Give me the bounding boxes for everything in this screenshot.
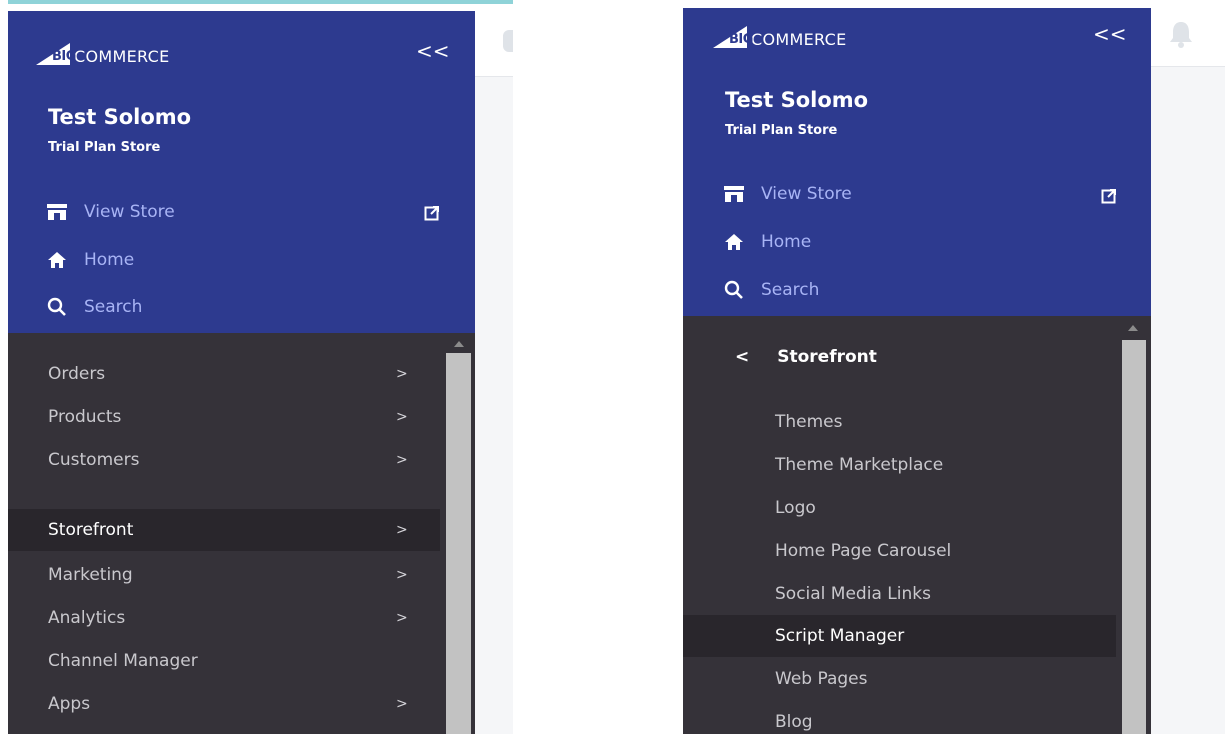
search-label: Search: [761, 280, 820, 300]
store-plan: Trial Plan Store: [725, 123, 838, 138]
bell-icon[interactable]: [1168, 20, 1194, 52]
home-link[interactable]: Home: [721, 232, 811, 252]
bigcommerce-logo[interactable]: BIG COMMERCE: [713, 24, 847, 49]
topbar: [475, 4, 513, 77]
search-icon: [721, 280, 747, 300]
scroll-up-arrow[interactable]: [1128, 325, 1138, 331]
search-link[interactable]: Search: [721, 280, 819, 300]
nav-item-products[interactable]: Products >: [8, 396, 440, 438]
external-link-icon[interactable]: [1101, 188, 1117, 208]
store-name: Test Solomo: [48, 105, 192, 129]
top-accent-line: [8, 0, 513, 4]
sidebar-submenu: < Storefront Themes Theme Marketplace Lo…: [683, 316, 1151, 734]
chevron-right-icon: >: [396, 522, 408, 538]
storefront-icon: [44, 203, 70, 221]
submenu-item-web-pages[interactable]: Web Pages: [683, 658, 1116, 700]
search-link[interactable]: Search: [44, 297, 142, 317]
bigcommerce-logo[interactable]: BIG COMMERCE: [36, 41, 170, 66]
store-plan: Trial Plan Store: [48, 140, 161, 155]
content-area: [1151, 67, 1225, 734]
home-label: Home: [84, 250, 135, 270]
scrollbar-thumb[interactable]: [1122, 340, 1146, 734]
view-store-label: View Store: [84, 202, 175, 222]
collapse-sidebar-button[interactable]: <<: [416, 39, 450, 63]
logo-mark: BIG: [713, 24, 753, 48]
right-screenshot: BIG COMMERCE << Test Solomo Trial Plan S…: [683, 0, 1225, 734]
nav-item-marketing[interactable]: Marketing >: [8, 554, 440, 596]
submenu-item-home-page-carousel[interactable]: Home Page Carousel: [683, 530, 1116, 572]
submenu-title: Storefront: [777, 347, 877, 367]
home-link[interactable]: Home: [44, 250, 134, 270]
nav-item-customers[interactable]: Customers >: [8, 439, 440, 481]
chevron-right-icon: >: [396, 567, 408, 583]
scroll-up-arrow[interactable]: [454, 341, 464, 347]
submenu-back-button[interactable]: < Storefront: [735, 347, 877, 367]
left-screenshot: BIG COMMERCE << Test Solomo Trial Plan S…: [8, 0, 513, 734]
nav-item-apps[interactable]: Apps >: [8, 683, 440, 725]
content-area: [475, 77, 513, 734]
view-store-link[interactable]: View Store: [44, 202, 175, 222]
scrollbar-thumb[interactable]: [446, 353, 471, 734]
home-icon: [721, 233, 747, 251]
home-label: Home: [761, 232, 812, 252]
submenu-item-social-media-links[interactable]: Social Media Links: [683, 573, 1116, 615]
submenu-item-blog[interactable]: Blog: [683, 701, 1116, 734]
search-label: Search: [84, 297, 143, 317]
chevron-right-icon: >: [396, 610, 408, 626]
chevron-right-icon: >: [396, 696, 408, 712]
external-link-icon[interactable]: [424, 205, 440, 225]
search-icon: [44, 297, 70, 317]
nav-item-analytics[interactable]: Analytics >: [8, 597, 440, 639]
store-name: Test Solomo: [725, 88, 869, 112]
logo-wordmark: COMMERCE: [74, 47, 170, 66]
logo-wordmark: COMMERCE: [751, 30, 847, 49]
home-icon: [44, 251, 70, 269]
sidebar-header: BIG COMMERCE << Test Solomo Trial Plan S…: [8, 11, 475, 333]
chevron-left-icon: <: [735, 347, 750, 367]
chevron-right-icon: >: [396, 366, 408, 382]
bell-icon[interactable]: [503, 30, 513, 52]
nav-item-storefront[interactable]: Storefront >: [8, 509, 440, 551]
storefront-icon: [721, 185, 747, 203]
view-store-label: View Store: [761, 184, 852, 204]
logo-mark: BIG: [36, 41, 76, 65]
submenu-item-logo[interactable]: Logo: [683, 487, 1116, 529]
collapse-sidebar-button[interactable]: <<: [1093, 22, 1127, 46]
view-store-link[interactable]: View Store: [721, 184, 852, 204]
nav-item-channel-manager[interactable]: Channel Manager: [8, 640, 440, 682]
chevron-right-icon: >: [396, 452, 408, 468]
sidebar-header: BIG COMMERCE << Test Solomo Trial Plan S…: [683, 8, 1151, 316]
chevron-right-icon: >: [396, 409, 408, 425]
submenu-item-script-manager[interactable]: Script Manager: [683, 615, 1116, 657]
submenu-item-theme-marketplace[interactable]: Theme Marketplace: [683, 444, 1116, 486]
topbar: [1151, 8, 1225, 67]
sidebar-nav: Orders > Products > Customers > Storefro…: [8, 333, 475, 734]
submenu-item-themes[interactable]: Themes: [683, 401, 1116, 443]
nav-item-orders[interactable]: Orders >: [8, 353, 440, 395]
